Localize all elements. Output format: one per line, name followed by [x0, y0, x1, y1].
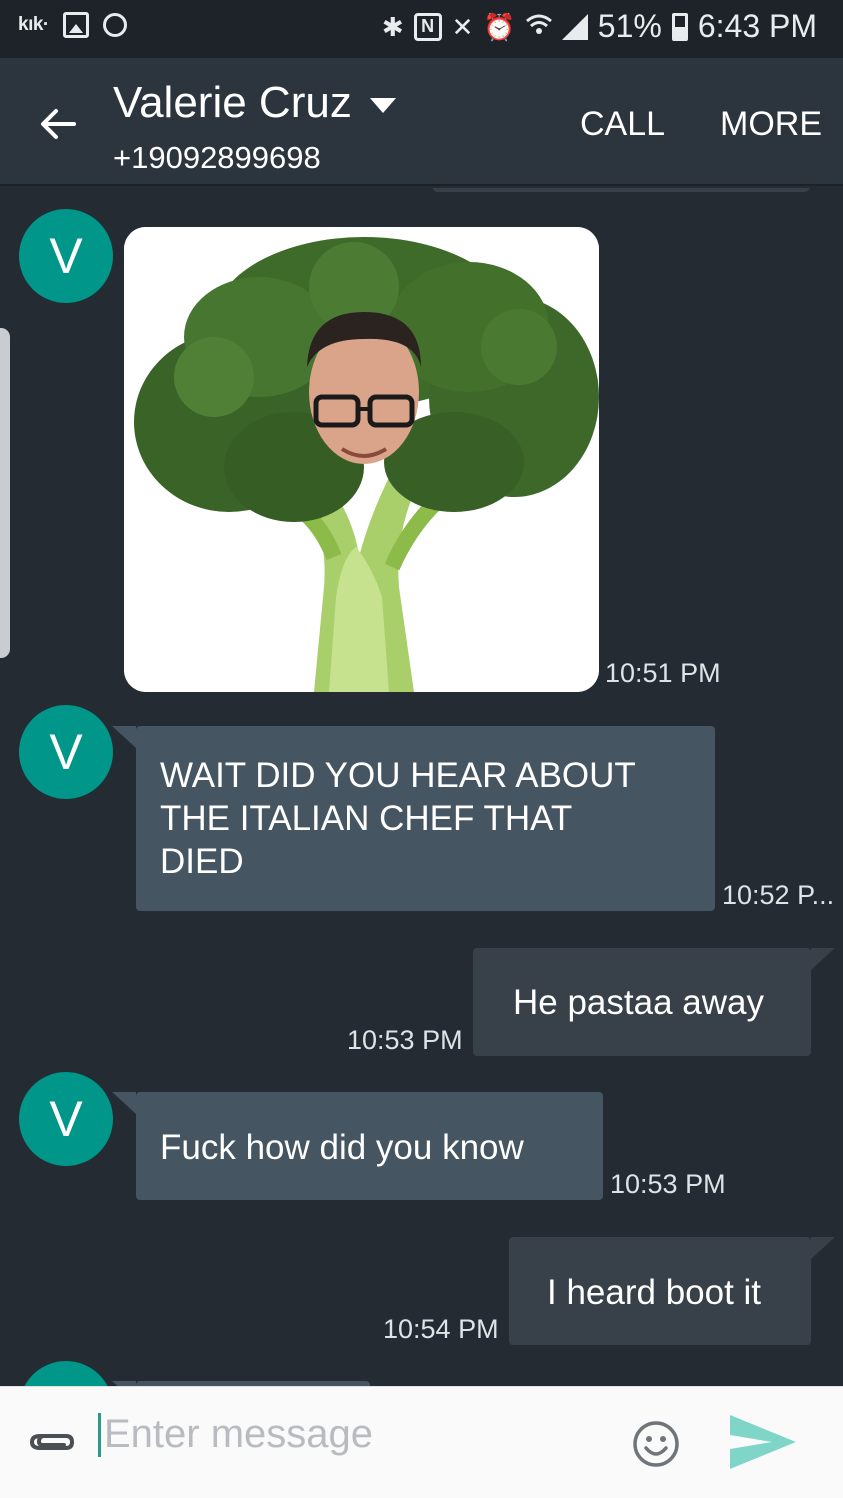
contact-name: Valerie Cruz	[113, 78, 352, 127]
message-timestamp: 10:52 P...	[722, 880, 835, 910]
avatar[interactable]	[19, 1361, 113, 1386]
status-bar: kık· ✱ N ✕ ⏰ 51% 6:43 PM	[0, 0, 843, 58]
back-arrow-icon[interactable]	[36, 102, 80, 146]
battery-percent: 51%	[597, 8, 662, 44]
status-notifications: kık·	[18, 12, 127, 38]
mute-icon: ✕	[451, 11, 474, 42]
image-notification-icon	[62, 12, 89, 38]
outgoing-message-bubble[interactable]: I heard boot it	[509, 1237, 835, 1345]
contact-phone: +19092899698	[113, 140, 321, 175]
outgoing-message-bubble[interactable]: He pastaa away	[473, 948, 835, 1056]
broccoli-photo-icon	[124, 227, 599, 692]
send-icon[interactable]	[728, 1411, 798, 1473]
message-timestamp: 10:51 PM	[605, 658, 721, 688]
message-timestamp: 10:53 PM	[347, 1025, 463, 1055]
scroll-edge-indicator	[0, 328, 10, 658]
contact-title[interactable]: Valerie Cruz	[113, 78, 396, 128]
alarm-icon: ⏰	[483, 11, 516, 42]
image-message[interactable]	[124, 227, 599, 692]
message-composer	[0, 1386, 843, 1498]
wifi-icon	[525, 11, 552, 43]
avatar[interactable]: V	[19, 705, 113, 799]
message-list[interactable]: V 10:51 PM V WAIT DID YOU HEAR ABOUT THE…	[0, 188, 843, 1386]
attachment-icon[interactable]	[26, 1427, 76, 1457]
more-button[interactable]: MORE	[720, 105, 822, 144]
emoji-icon[interactable]	[632, 1420, 680, 1468]
chevron-down-icon[interactable]	[369, 97, 396, 113]
message-timestamp: 10:53 PM	[610, 1169, 726, 1199]
message-text: WAIT DID YOU HEAR ABOUT THE ITALIAN CHEF…	[160, 756, 636, 881]
nfc-icon: N	[413, 12, 442, 41]
battery-icon	[671, 12, 688, 41]
avatar[interactable]: V	[19, 209, 113, 303]
bluetooth-icon: ✱	[381, 11, 404, 42]
message-text: Fuck how did you know	[160, 1128, 524, 1167]
clock: 6:43 PM	[697, 8, 817, 44]
kik-notification-icon: kık·	[18, 14, 49, 35]
status-indicators: ✱ N ✕ ⏰ 51% 6:43 PM	[382, 8, 817, 45]
conversation-header: Valerie Cruz +19092899698 CALL MORE	[0, 58, 843, 186]
contact-info[interactable]: Valerie Cruz +19092899698	[113, 78, 396, 176]
message-text: He pastaa away	[513, 983, 764, 1022]
message-timestamp: 10:54 PM	[383, 1314, 499, 1344]
avatar[interactable]: V	[19, 1072, 113, 1166]
previous-message-bubble	[432, 188, 810, 192]
call-button[interactable]: CALL	[580, 105, 665, 144]
signal-icon	[561, 13, 588, 40]
sync-notification-icon	[102, 13, 127, 37]
message-text: I heard boot it	[547, 1273, 762, 1312]
incoming-message-bubble[interactable]: Fuck how did you know	[112, 1092, 603, 1200]
message-input[interactable]	[104, 1407, 604, 1461]
incoming-message-bubble[interactable]: WAIT DID YOU HEAR ABOUT THE ITALIAN CHEF…	[112, 726, 715, 911]
text-cursor	[98, 1413, 101, 1457]
